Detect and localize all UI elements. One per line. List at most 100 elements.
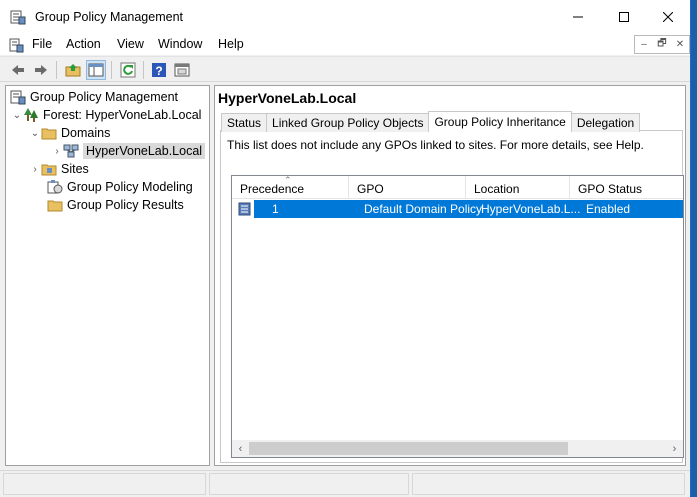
status-segment	[412, 473, 685, 495]
menu-bar: File Action View Window Help – 🗗 ✕	[0, 34, 690, 55]
toolbar-separator	[143, 61, 144, 79]
table-row[interactable]: 1 Default Domain Policy HyperVoneLab.L..…	[232, 200, 683, 218]
column-label: Location	[474, 182, 520, 196]
tree-label: Forest: HyperVoneLab.Local	[43, 108, 202, 122]
maximize-button[interactable]	[601, 0, 647, 34]
column-precedence[interactable]: ⌃ Precedence	[232, 175, 349, 199]
column-gpo-status[interactable]: GPO Status	[570, 176, 683, 199]
console-tree: Group Policy Management ⌄ Forest: HyperV…	[5, 85, 210, 466]
forward-button[interactable]	[31, 60, 51, 80]
cell-gpo-status: Enabled	[586, 202, 631, 216]
column-label: GPO	[357, 182, 384, 196]
gpm-window: Group Policy Management File Action View…	[0, 0, 691, 497]
gpm-root-icon	[10, 90, 26, 105]
tree-item-domain[interactable]: › HyperVoneLab.Local	[51, 142, 206, 160]
status-segment	[209, 473, 409, 495]
close-button[interactable]	[645, 0, 691, 34]
tab-status[interactable]: Status	[221, 113, 268, 132]
row-selection: 1 Default Domain Policy HyperVoneLab.L..…	[254, 200, 683, 218]
column-location[interactable]: Location	[466, 176, 570, 199]
cell-gpo: Default Domain Policy	[364, 202, 483, 216]
tab-gp-inheritance[interactable]: Group Policy Inheritance	[428, 111, 572, 132]
details-pane: HyperVoneLab.Local This list does not in…	[214, 85, 686, 466]
back-icon	[12, 65, 24, 75]
list-header: ⌃ Precedence GPO Location GPO Status	[232, 175, 683, 199]
up-folder-icon	[65, 64, 81, 77]
svg-text:?: ?	[155, 64, 162, 78]
tree-label: Group Policy Results	[67, 198, 184, 212]
tree-label: Group Policy Modeling	[67, 180, 193, 194]
cell-precedence: 1	[272, 202, 279, 216]
tab-linked-gpos[interactable]: Linked Group Policy Objects	[266, 113, 430, 132]
tree-item-results[interactable]: Group Policy Results	[47, 196, 184, 214]
tree-label: Domains	[61, 126, 111, 140]
toolbar: ?	[0, 56, 690, 82]
up-one-level-button[interactable]	[63, 60, 83, 80]
toolbar-separator	[56, 61, 57, 79]
menu-help[interactable]: Help	[218, 37, 244, 51]
forest-icon	[24, 108, 38, 122]
console-icon	[174, 63, 190, 77]
scroll-right-icon[interactable]: ›	[666, 440, 683, 457]
window-title: Group Policy Management	[35, 10, 183, 24]
menu-view[interactable]: View	[117, 37, 144, 51]
horizontal-scrollbar[interactable]: ‹ ›	[232, 440, 683, 457]
domain-icon	[63, 144, 79, 158]
column-label: GPO Status	[578, 182, 643, 196]
gpm-app-icon	[10, 10, 26, 25]
show-hide-tree-button[interactable]	[86, 60, 106, 80]
menu-action[interactable]: Action	[66, 37, 101, 51]
gpo-scroll-icon	[238, 202, 251, 216]
console-view-button[interactable]	[172, 60, 192, 80]
scroll-thumb[interactable]	[249, 442, 568, 455]
tree-label: HyperVoneLab.Local	[83, 143, 206, 159]
mdi-close-button[interactable]: ✕	[671, 36, 689, 53]
status-bar	[0, 470, 690, 497]
expand-chevron-icon[interactable]: ›	[29, 163, 41, 175]
minimize-button[interactable]	[555, 0, 601, 34]
help-icon: ?	[152, 63, 166, 78]
info-text: This list does not include any GPOs link…	[227, 138, 644, 152]
mdi-restore-button[interactable]: 🗗	[653, 36, 671, 53]
title-bar: Group Policy Management	[0, 0, 690, 34]
tab-delegation[interactable]: Delegation	[570, 113, 641, 132]
tree-item-forest[interactable]: ⌄ Forest: HyperVoneLab.Local	[11, 106, 201, 124]
forward-icon	[35, 65, 47, 75]
tree-item-sites[interactable]: › Sites	[29, 160, 89, 178]
tree-label: Sites	[61, 162, 89, 176]
inheritance-list: ⌃ Precedence GPO Location GPO Status 1 D…	[231, 175, 684, 458]
maximize-icon	[619, 12, 629, 22]
show-hide-tree-icon	[88, 63, 104, 77]
column-label: Precedence	[240, 182, 305, 196]
toolbar-separator	[111, 61, 112, 79]
folder-icon	[41, 128, 57, 140]
collapse-chevron-icon[interactable]: ⌄	[11, 109, 23, 121]
tab-strip: Status Linked Group Policy Objects Group…	[221, 111, 641, 132]
tree-label: Group Policy Management	[30, 90, 178, 104]
refresh-icon	[120, 62, 136, 78]
menu-file[interactable]: File	[32, 37, 52, 51]
sort-ascending-icon: ⌃	[284, 175, 292, 185]
column-gpo[interactable]: GPO	[349, 176, 466, 199]
tab-content: This list does not include any GPOs link…	[220, 130, 684, 463]
tree-item-gpm-root[interactable]: Group Policy Management	[10, 88, 178, 106]
results-folder-icon	[47, 200, 63, 212]
expand-chevron-icon[interactable]: ›	[51, 145, 63, 157]
mdi-minimize-button[interactable]: –	[635, 36, 653, 53]
menu-window[interactable]: Window	[158, 37, 202, 51]
details-title: HyperVoneLab.Local	[218, 90, 357, 106]
refresh-button[interactable]	[118, 60, 138, 80]
back-button[interactable]	[8, 60, 28, 80]
mdi-controls: – 🗗 ✕	[634, 35, 690, 54]
mmc-document-icon[interactable]	[8, 37, 24, 53]
help-button[interactable]: ?	[149, 60, 169, 80]
cell-location: HyperVoneLab.L...	[481, 202, 581, 216]
collapse-chevron-icon[interactable]: ⌄	[29, 127, 41, 139]
close-icon	[663, 12, 673, 22]
status-segment	[3, 473, 206, 495]
scroll-left-icon[interactable]: ‹	[232, 440, 249, 457]
tree-item-modeling[interactable]: Group Policy Modeling	[47, 178, 193, 196]
tree-item-domains[interactable]: ⌄ Domains	[29, 124, 111, 142]
sites-folder-icon	[41, 164, 57, 176]
modeling-icon	[47, 180, 63, 194]
